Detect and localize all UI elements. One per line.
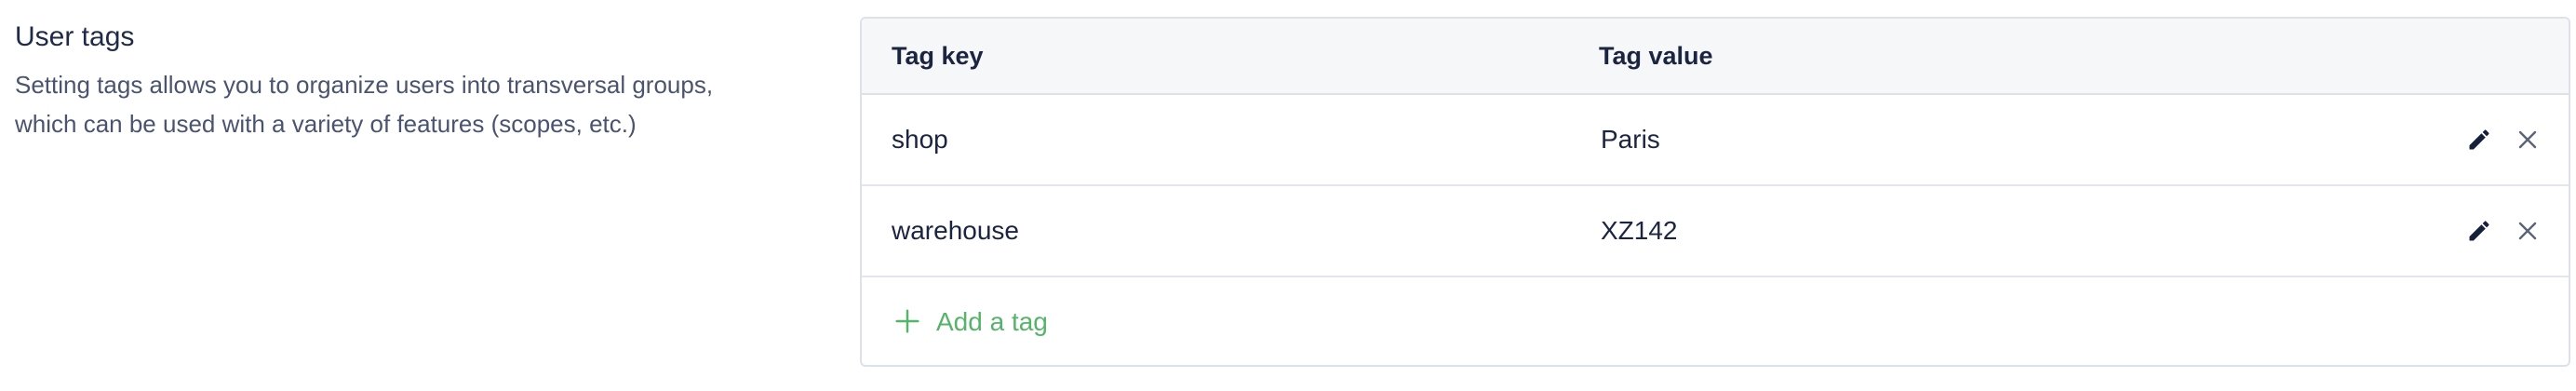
tag-value-cell: XZ142: [1601, 216, 1678, 245]
tags-table: Tag key Tag value shop Paris warehouse X…: [860, 17, 2570, 367]
delete-tag-button[interactable]: [2513, 216, 2542, 246]
add-tag-button[interactable]: Add a tag: [862, 277, 2569, 365]
section-description: User tags Setting tags allows you to org…: [15, 17, 815, 143]
edit-tag-button[interactable]: [2464, 216, 2494, 246]
tag-key-cell: shop: [892, 125, 948, 154]
close-icon: [2518, 130, 2537, 149]
section-help-text: Setting tags allows you to organize user…: [15, 65, 815, 143]
tag-key-cell: warehouse: [892, 216, 1019, 245]
table-row: warehouse XZ142: [862, 186, 2569, 277]
pencil-icon: [2469, 221, 2489, 241]
delete-tag-button[interactable]: [2513, 125, 2542, 155]
column-header-tag-value: Tag value: [1599, 42, 1713, 70]
edit-tag-button[interactable]: [2464, 125, 2494, 155]
pencil-icon: [2469, 129, 2489, 150]
user-tags-section: User tags Setting tags allows you to org…: [0, 0, 2576, 391]
table-row: shop Paris: [862, 95, 2569, 186]
help-text-line-2: which can be used with a variety of feat…: [15, 110, 637, 138]
plus-icon: [895, 309, 919, 333]
row-actions: [2464, 95, 2542, 184]
help-text-line-1: Setting tags allows you to organize user…: [15, 71, 714, 99]
table-header: Tag key Tag value: [862, 19, 2569, 95]
column-header-tag-key: Tag key: [892, 42, 984, 70]
section-title: User tags: [15, 21, 135, 52]
row-actions: [2464, 186, 2542, 276]
close-icon: [2518, 222, 2537, 240]
tag-value-cell: Paris: [1601, 125, 1660, 154]
add-tag-label: Add a tag: [936, 307, 1048, 336]
